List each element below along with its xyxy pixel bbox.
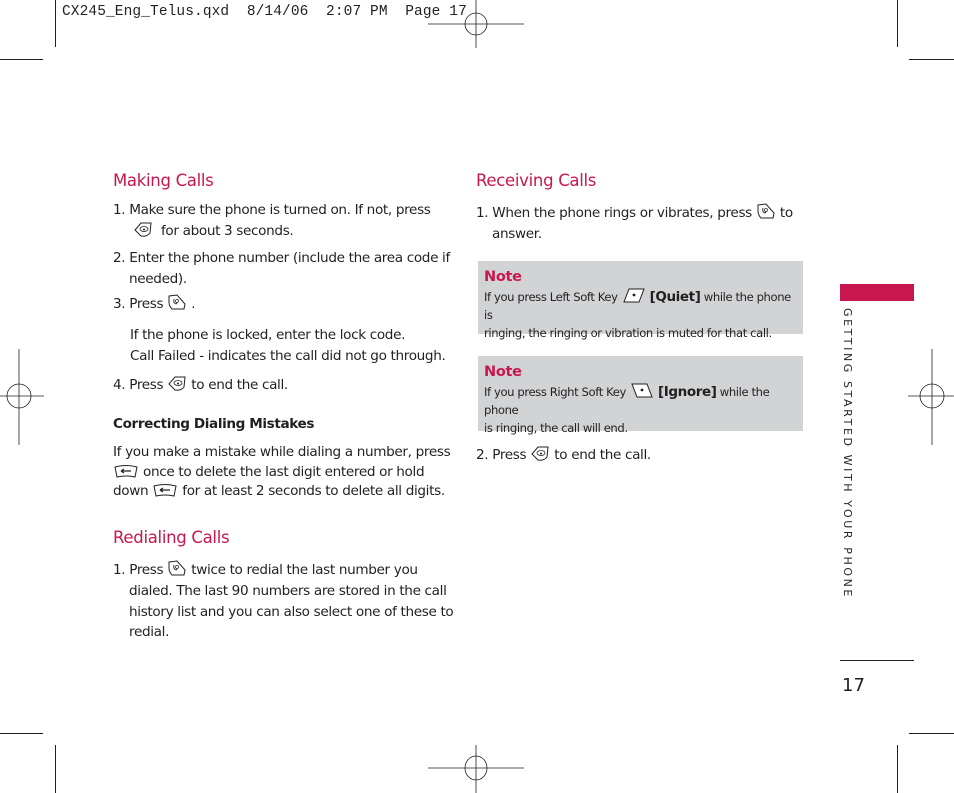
registration-mark-left (0, 349, 44, 445)
note-title: Note (484, 364, 522, 380)
receiving-text-c: answer. (492, 225, 542, 242)
section-tab-marker (840, 284, 914, 301)
crop-mark-bottom-right-v (897, 745, 898, 793)
clear-key-icon (113, 464, 139, 478)
redialing-calls-heading: Redialing Calls (113, 528, 230, 547)
ignore-label: [Ignore] (657, 384, 717, 400)
redialing-step-1: 1. Press twice to redial the last number … (113, 560, 458, 643)
page-number: 17 (842, 675, 865, 696)
redial-line-3: history list and you can also select one… (129, 603, 454, 620)
crop-mark-top-right-h (909, 59, 954, 60)
correcting-heading: Correcting Dialing Mistakes (113, 416, 315, 432)
registration-mark-bottom (428, 745, 524, 793)
left-soft-key-icon (622, 287, 646, 304)
step-1-line-1: 1. Make sure the phone is turned on. If … (113, 202, 431, 218)
correcting-text: If you make a mistake while dialing a nu… (113, 443, 453, 502)
receiving-step-2: 2. Press to end the call. (476, 445, 806, 466)
step-2-line-1: 2. Enter the phone number (include the a… (113, 250, 450, 266)
note-text-a: If you press Right Soft Key (484, 385, 626, 399)
page-number-rule (840, 660, 914, 661)
note-text-c: ringing, the ringing or vibration is mut… (484, 326, 772, 340)
step-1-line-2: for about 3 seconds. (160, 222, 294, 239)
registration-mark-top (428, 0, 524, 48)
power-end-key-icon (530, 445, 550, 462)
receiving-text-b: to (779, 205, 793, 221)
redial-text-b: twice to redial the last number you (191, 562, 418, 578)
correcting-line-3-a: down (113, 483, 149, 499)
making-calls-step-3: 3. Press. (113, 294, 453, 315)
correcting-line-1: If you make a mistake while dialing a nu… (113, 444, 451, 460)
correcting-line-3-b: for at least 2 seconds to delete all dig… (182, 483, 445, 499)
crop-mark-bottom-left-h (0, 733, 43, 734)
note-title: Note (484, 269, 522, 285)
making-calls-lock-info: If the phone is locked, enter the lock c… (130, 325, 470, 366)
step-4-text-a: 4. Press (113, 377, 164, 393)
send-key-icon (756, 203, 776, 220)
section-side-label: GETTING STARTED WITH YOUR PHONE (841, 308, 854, 599)
step-3-period: . (191, 296, 196, 312)
right-soft-key-icon (630, 382, 654, 399)
locked-text: If the phone is locked, enter the lock c… (130, 327, 406, 343)
send-key-icon (167, 294, 187, 311)
note-ignore: Note If you press Right Soft Key [Ignore]… (478, 356, 803, 435)
call-failed-text: Call Failed - indicates the call did not… (130, 347, 446, 364)
receiving-step-1: 1. When the phone rings or vibrates, pre… (476, 203, 806, 244)
crop-mark-top-right-v (897, 0, 898, 47)
making-calls-heading: Making Calls (113, 171, 214, 190)
receiving-step-2-b: to end the call. (554, 447, 651, 463)
clear-key-icon (152, 483, 178, 497)
step-2-line-2: needed). (129, 270, 187, 287)
note-text-c: is ringing, the call will end. (484, 421, 628, 435)
registration-mark-right (908, 349, 954, 445)
note-quiet: Note If you press Left Soft Key [Quiet] w… (478, 261, 803, 340)
power-end-key-icon (167, 375, 187, 392)
receiving-step-2-a: 2. Press (476, 447, 527, 463)
crop-mark-bottom-right-h (909, 733, 954, 734)
redial-text-a: 1. Press (113, 562, 164, 578)
step-3-text: 3. Press (113, 296, 164, 312)
print-slug: CX245_Eng_Telus.qxd 8/14/06 2:07 PM Page… (62, 4, 467, 20)
redial-line-4: redial. (129, 624, 170, 641)
making-calls-step-4: 4. Press to end the call. (113, 375, 453, 396)
step-4-text-b: to end the call. (191, 377, 288, 393)
redial-line-2: dialed. The last 90 numbers are stored i… (129, 582, 447, 599)
receiving-text-a: 1. When the phone rings or vibrates, pre… (476, 205, 752, 221)
note-text-a: If you press Left Soft Key (484, 290, 618, 304)
making-calls-step-1: 1. Make sure the phone is turned on. If … (113, 200, 453, 241)
quiet-label: [Quiet] (649, 289, 701, 305)
receiving-calls-heading: Receiving Calls (476, 171, 597, 190)
note-body: If you press Left Soft Key [Quiet] while … (484, 287, 797, 342)
making-calls-step-2: 2. Enter the phone number (include the a… (113, 248, 453, 289)
crop-mark-bottom-left-v (55, 745, 56, 793)
power-end-key-icon (133, 221, 153, 238)
correcting-line-2: once to delete the last digit entered or… (143, 463, 425, 480)
crop-mark-top-left-v (55, 0, 56, 47)
note-body: If you press Right Soft Key [Ignore] whil… (484, 382, 797, 437)
crop-mark-top-left-h (0, 59, 43, 60)
send-key-icon (167, 560, 187, 577)
